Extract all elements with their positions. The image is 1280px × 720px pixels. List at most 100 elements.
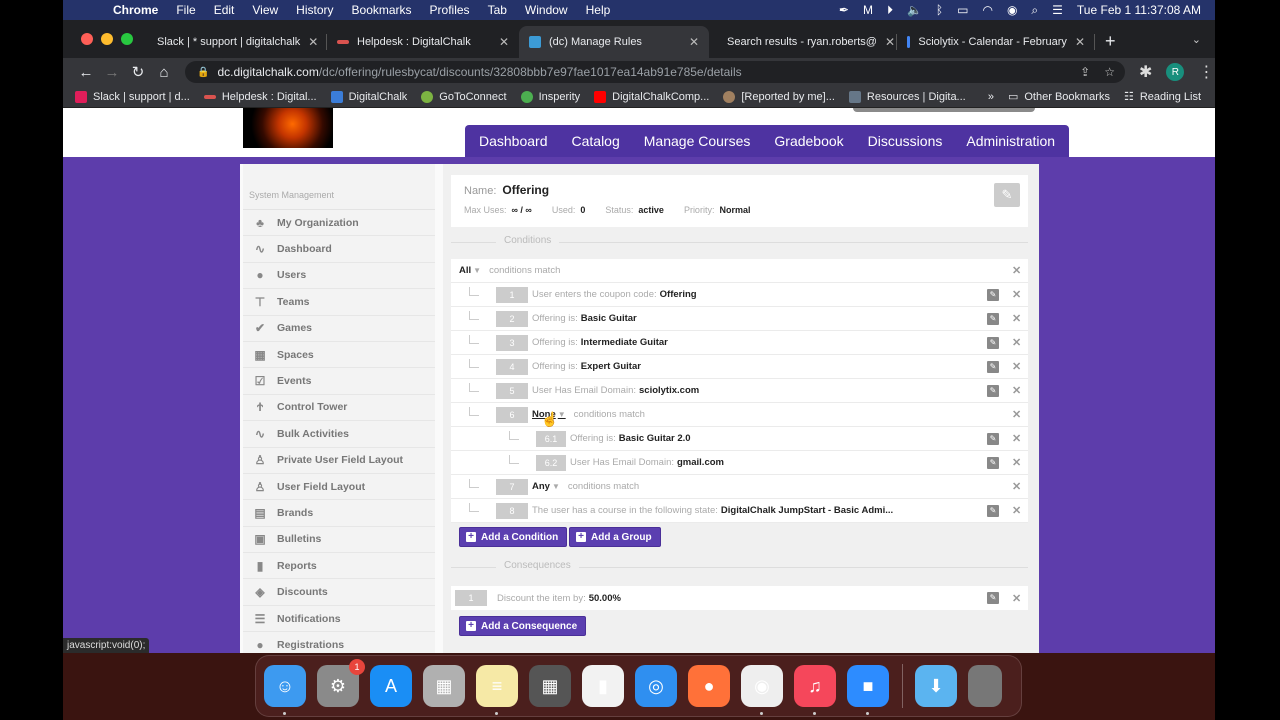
- edit-pencil-icon[interactable]: ✎: [987, 456, 999, 469]
- edit-pencil-icon[interactable]: ✎: [987, 336, 999, 349]
- edit-pencil-icon[interactable]: ✎: [987, 288, 999, 301]
- delete-icon[interactable]: ✕: [1012, 432, 1021, 445]
- clock[interactable]: Tue Feb 1 11:37:08 AM: [1077, 3, 1201, 17]
- nav-dashboard[interactable]: Dashboard: [473, 133, 554, 149]
- wifi-icon[interactable]: ◠: [982, 3, 992, 17]
- back-button[interactable]: ←: [73, 64, 99, 81]
- delete-icon[interactable]: ✕: [1012, 264, 1021, 277]
- calculator-icon[interactable]: ▦: [529, 665, 571, 707]
- sidebar-item-events[interactable]: ☑ Events: [243, 368, 435, 395]
- tab-search-chevron-icon[interactable]: ⌄: [1192, 33, 1201, 46]
- downloads-folder-icon[interactable]: ⬇: [915, 665, 957, 707]
- bookmark-item[interactable]: DigitalChalkComp...: [594, 90, 709, 103]
- menu-file[interactable]: File: [176, 3, 195, 17]
- edit-pencil-icon[interactable]: ✎: [987, 592, 999, 604]
- tab-slack[interactable]: Slack | * support | digitalchalk ✕: [139, 26, 327, 58]
- battery-icon[interactable]: ▭: [957, 3, 968, 17]
- tab-helpdesk[interactable]: Helpdesk : DigitalChalk ✕: [327, 26, 519, 58]
- forward-button[interactable]: →: [99, 64, 125, 81]
- launchpad-icon[interactable]: ▦: [423, 665, 465, 707]
- add-group-button[interactable]: + Add a Group: [569, 527, 661, 547]
- delete-icon[interactable]: ✕: [1012, 504, 1021, 517]
- sidebar-item-bulletins[interactable]: ▣ Bulletins: [243, 527, 435, 554]
- delete-icon[interactable]: ✕: [1012, 384, 1021, 397]
- new-tab-button[interactable]: +: [1105, 31, 1116, 52]
- address-bar[interactable]: 🔒 dc.digitalchalk.com /dc/offering/rules…: [185, 61, 1125, 83]
- edit-pencil-icon[interactable]: ✎: [987, 384, 999, 397]
- chrome-icon[interactable]: ◉: [741, 665, 783, 715]
- nav-gradebook[interactable]: Gradebook: [768, 133, 849, 149]
- spotlight-search-icon[interactable]: ⌕: [1031, 3, 1038, 18]
- play-icon[interactable]: ⏵: [887, 3, 893, 18]
- sidebar-item-brands[interactable]: ▤ Brands: [243, 500, 435, 527]
- menu-app-name[interactable]: Chrome: [113, 3, 158, 17]
- menu-tab[interactable]: Tab: [488, 3, 507, 17]
- menu-edit[interactable]: Edit: [214, 3, 235, 17]
- match-selector-all[interactable]: All ▼: [459, 265, 481, 276]
- sidebar-item-my-organization[interactable]: ♣ My Organization: [243, 210, 435, 237]
- minimize-window-button[interactable]: [101, 33, 113, 45]
- edit-rule-button[interactable]: ✎: [994, 183, 1020, 207]
- volume-icon[interactable]: 🔈: [907, 3, 922, 17]
- site-logo[interactable]: [243, 108, 333, 148]
- match-selector-any[interactable]: Any ▼: [532, 481, 560, 492]
- nav-catalog[interactable]: Catalog: [566, 133, 626, 149]
- delete-icon[interactable]: ✕: [1012, 408, 1021, 421]
- sidebar-item-notifications[interactable]: ☰ Notifications: [243, 606, 435, 633]
- bluetooth-icon[interactable]: ᛒ: [936, 3, 943, 17]
- bookmark-star-icon[interactable]: ☆: [1104, 65, 1115, 79]
- user-switch-icon[interactable]: ◉: [1007, 3, 1017, 17]
- delete-icon[interactable]: ✕: [1012, 312, 1021, 325]
- sidebar-item-spaces[interactable]: ▦ Spaces: [243, 342, 435, 369]
- profile-avatar[interactable]: R: [1166, 63, 1185, 81]
- close-window-button[interactable]: [81, 33, 93, 45]
- firefox-icon[interactable]: ●: [688, 665, 730, 707]
- sidebar-item-control-tower[interactable]: Ϯ Control Tower: [243, 395, 435, 422]
- bookmark-item[interactable]: Insperity: [520, 90, 580, 103]
- sidebar-item-registrations[interactable]: ● Registrations: [243, 632, 435, 653]
- sidebar-item-user-field-layout[interactable]: ♙ User Field Layout: [243, 474, 435, 501]
- bookmark-item[interactable]: [Reported by me]...: [723, 90, 835, 103]
- reading-list[interactable]: ☷ Reading List: [1124, 90, 1201, 104]
- bookmark-item[interactable]: Helpdesk : Digital...: [203, 91, 317, 103]
- more-bookmarks-button[interactable]: »: [988, 91, 994, 103]
- menu-profiles[interactable]: Profiles: [430, 3, 470, 17]
- tab-gmail[interactable]: Search results - ryan.roberts@ ✕: [709, 26, 897, 58]
- numbers-icon[interactable]: ▮: [582, 665, 624, 707]
- edit-pencil-icon[interactable]: ✎: [987, 432, 999, 445]
- menu-bookmarks[interactable]: Bookmarks: [352, 3, 412, 17]
- sidebar-item-discounts[interactable]: ◈ Discounts: [243, 579, 435, 606]
- bookmark-item[interactable]: GoToConnect: [421, 90, 507, 103]
- safari-icon[interactable]: ◎: [635, 665, 677, 707]
- control-center-icon[interactable]: ☰: [1052, 3, 1063, 17]
- nav-discussions[interactable]: Discussions: [862, 133, 949, 149]
- menu-history[interactable]: History: [296, 3, 333, 17]
- sidebar-item-bulk-activities[interactable]: ∿ Bulk Activities: [243, 421, 435, 448]
- menu-window[interactable]: Window: [525, 3, 568, 17]
- close-tab-icon[interactable]: ✕: [1067, 35, 1085, 49]
- edit-pencil-icon[interactable]: ✎: [987, 504, 999, 517]
- close-tab-icon[interactable]: ✕: [681, 35, 699, 49]
- sidebar-item-games[interactable]: ✔ Games: [243, 316, 435, 342]
- close-tab-icon[interactable]: ✕: [491, 35, 509, 49]
- delete-icon[interactable]: ✕: [1012, 480, 1021, 493]
- sidebar-item-users[interactable]: ● Users: [243, 263, 435, 290]
- zoom-icon[interactable]: ■: [847, 665, 889, 715]
- delete-icon[interactable]: ✕: [1012, 592, 1021, 605]
- trash-icon[interactable]: [968, 665, 1002, 707]
- sidebar-item-reports[interactable]: ▮ Reports: [243, 553, 435, 580]
- sidebar-item-teams[interactable]: ⊤ Teams: [243, 289, 435, 316]
- edit-pencil-icon[interactable]: ✎: [987, 312, 999, 325]
- home-button[interactable]: ⌂: [151, 64, 177, 81]
- malwarebytes-icon[interactable]: M: [863, 3, 873, 17]
- add-condition-button[interactable]: + Add a Condition: [459, 527, 568, 547]
- app-store-icon[interactable]: A: [370, 665, 412, 707]
- edit-pencil-icon[interactable]: ✎: [987, 360, 999, 373]
- delete-icon[interactable]: ✕: [1012, 288, 1021, 301]
- bookmark-item[interactable]: Slack | support | d...: [75, 90, 190, 103]
- settings-icon[interactable]: ⚙ 1: [317, 659, 365, 707]
- reload-button[interactable]: ↻: [125, 63, 151, 81]
- close-tab-icon[interactable]: ✕: [877, 35, 895, 49]
- delete-icon[interactable]: ✕: [1012, 360, 1021, 373]
- feather-icon[interactable]: ✒: [839, 3, 849, 17]
